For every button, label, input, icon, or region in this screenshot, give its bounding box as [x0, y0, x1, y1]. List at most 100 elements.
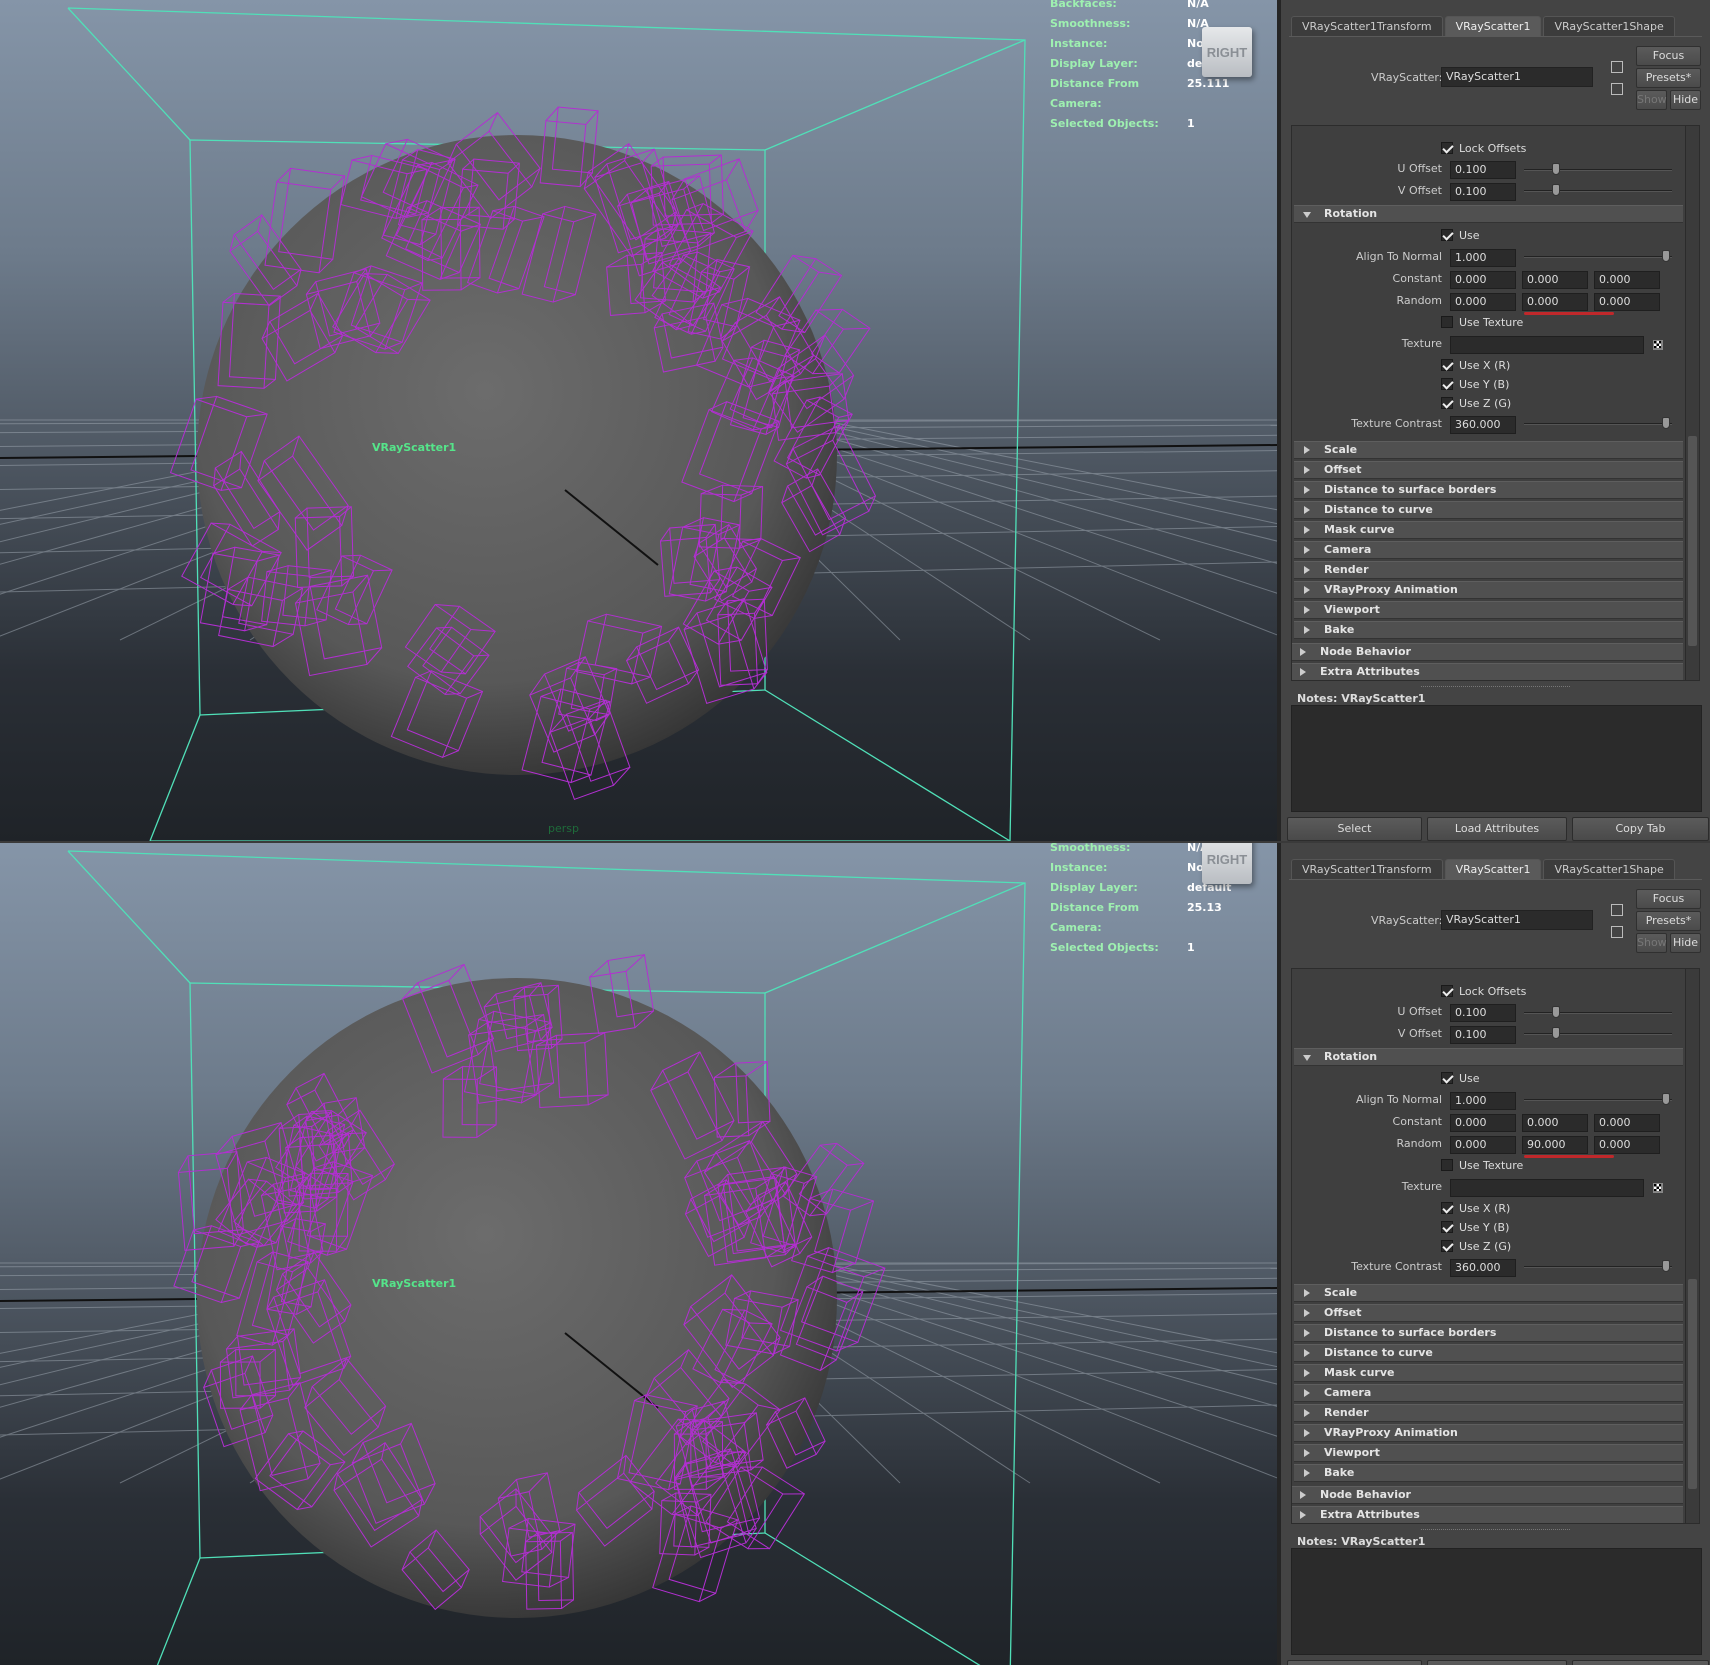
- random-x-field[interactable]: 0.000: [1450, 1136, 1516, 1154]
- section-rotation[interactable]: Rotation: [1294, 1048, 1683, 1066]
- tab-vrayscatter1[interactable]: VRayScatter1: [1444, 16, 1542, 36]
- section-offset[interactable]: Offset: [1294, 461, 1683, 479]
- focus-button[interactable]: Focus: [1636, 46, 1701, 66]
- texture-contrast-field[interactable]: 360.000: [1450, 416, 1516, 434]
- section-mask-curve[interactable]: Mask curve: [1294, 1364, 1683, 1382]
- use-texture-checkbox[interactable]: [1441, 316, 1453, 328]
- random-z-field[interactable]: 0.000: [1594, 1136, 1660, 1154]
- align-to-normal-slider[interactable]: [1524, 250, 1672, 262]
- section-distance-to-curve[interactable]: Distance to curve: [1294, 501, 1683, 519]
- constant-y-field[interactable]: 0.000: [1522, 271, 1588, 289]
- constant-x-field[interactable]: 0.000: [1450, 271, 1516, 289]
- show-output-icon[interactable]: [1611, 926, 1623, 938]
- select-button[interactable]: Select: [1287, 1660, 1422, 1665]
- align-to-normal-field[interactable]: 1.000: [1450, 249, 1516, 267]
- section-rotation[interactable]: Rotation: [1294, 205, 1683, 223]
- lock-offsets-checkbox[interactable]: [1441, 142, 1453, 154]
- view-cube[interactable]: RIGHT: [1202, 843, 1252, 884]
- tab-vrayscatter1[interactable]: VRayScatter1: [1444, 859, 1542, 879]
- random-y-field[interactable]: 0.000: [1522, 293, 1588, 311]
- use-rotation-checkbox[interactable]: [1441, 229, 1453, 241]
- map-texture-icon[interactable]: [1653, 340, 1663, 350]
- v-offset-field[interactable]: 0.100: [1450, 183, 1516, 201]
- section-mask-curve[interactable]: Mask curve: [1294, 521, 1683, 539]
- u-offset-slider[interactable]: [1524, 1006, 1672, 1018]
- node-name-field[interactable]: VRayScatter1: [1441, 910, 1593, 930]
- texture-contrast-field[interactable]: 360.000: [1450, 1259, 1516, 1277]
- use-y-checkbox[interactable]: [1441, 1221, 1453, 1233]
- tab-vrayscatter1shape[interactable]: VRayScatter1Shape: [1543, 16, 1675, 36]
- section-render[interactable]: Render: [1294, 561, 1683, 579]
- node-name-field[interactable]: VRayScatter1: [1441, 67, 1593, 87]
- select-button[interactable]: Select: [1287, 817, 1422, 841]
- section-offset[interactable]: Offset: [1294, 1304, 1683, 1322]
- v-offset-slider[interactable]: [1524, 184, 1672, 196]
- load-attributes-button[interactable]: Load Attributes: [1427, 817, 1567, 841]
- use-texture-checkbox[interactable]: [1441, 1159, 1453, 1171]
- texture-field[interactable]: [1450, 336, 1644, 354]
- constant-y-field[interactable]: 0.000: [1522, 1114, 1588, 1132]
- map-texture-icon[interactable]: [1653, 1183, 1663, 1193]
- use-rotation-checkbox[interactable]: [1441, 1072, 1453, 1084]
- notes-textarea[interactable]: [1291, 705, 1702, 812]
- section-distance-to-curve[interactable]: Distance to curve: [1294, 1344, 1683, 1362]
- focus-button[interactable]: Focus: [1636, 889, 1701, 909]
- section-camera[interactable]: Camera: [1294, 541, 1683, 559]
- u-offset-field[interactable]: 0.100: [1450, 161, 1516, 179]
- copy-tab-button[interactable]: Copy Tab: [1572, 817, 1709, 841]
- use-y-checkbox[interactable]: [1441, 378, 1453, 390]
- attribute-scroll-area[interactable]: Lock Offsets U Offset 0.100 V Offset 0.1…: [1291, 968, 1700, 1524]
- show-button[interactable]: Show: [1636, 90, 1667, 110]
- section-node-behavior[interactable]: Node Behavior: [1292, 1486, 1683, 1504]
- use-x-checkbox[interactable]: [1441, 359, 1453, 371]
- select-node-icon[interactable]: [1611, 61, 1623, 73]
- tab-vrayscatter1transform[interactable]: VRayScatter1Transform: [1291, 859, 1443, 879]
- section-vrayproxy-animation[interactable]: VRayProxy Animation: [1294, 1424, 1683, 1442]
- section-bake[interactable]: Bake: [1294, 1464, 1683, 1482]
- section-extra-attributes[interactable]: Extra Attributes: [1292, 1506, 1683, 1523]
- align-to-normal-field[interactable]: 1.000: [1450, 1092, 1516, 1110]
- presets-button[interactable]: Presets*: [1636, 68, 1701, 88]
- random-z-field[interactable]: 0.000: [1594, 293, 1660, 311]
- section-bake[interactable]: Bake: [1294, 621, 1683, 639]
- section-viewport[interactable]: Viewport: [1294, 601, 1683, 619]
- use-z-checkbox[interactable]: [1441, 397, 1453, 409]
- show-output-icon[interactable]: [1611, 83, 1623, 95]
- attribute-scroll-area[interactable]: Lock Offsets U Offset 0.100 V Offset 0.1…: [1291, 125, 1700, 681]
- scrollbar[interactable]: [1685, 126, 1699, 680]
- scrollbar[interactable]: [1685, 969, 1699, 1523]
- section-viewport[interactable]: Viewport: [1294, 1444, 1683, 1462]
- u-offset-field[interactable]: 0.100: [1450, 1004, 1516, 1022]
- random-x-field[interactable]: 0.000: [1450, 293, 1516, 311]
- copy-tab-button[interactable]: Copy Tab: [1572, 1660, 1709, 1665]
- constant-x-field[interactable]: 0.000: [1450, 1114, 1516, 1132]
- section-scale[interactable]: Scale: [1294, 1284, 1683, 1302]
- notes-textarea[interactable]: [1291, 1548, 1702, 1655]
- texture-field[interactable]: [1450, 1179, 1644, 1197]
- section-node-behavior[interactable]: Node Behavior: [1292, 643, 1683, 661]
- use-x-checkbox[interactable]: [1441, 1202, 1453, 1214]
- section-distance-to-surface-borders[interactable]: Distance to surface borders: [1294, 481, 1683, 499]
- tab-vrayscatter1shape[interactable]: VRayScatter1Shape: [1543, 859, 1675, 879]
- tab-vrayscatter1transform[interactable]: VRayScatter1Transform: [1291, 16, 1443, 36]
- show-button[interactable]: Show: [1636, 933, 1667, 953]
- presets-button[interactable]: Presets*: [1636, 911, 1701, 931]
- section-camera[interactable]: Camera: [1294, 1384, 1683, 1402]
- select-node-icon[interactable]: [1611, 904, 1623, 916]
- v-offset-slider[interactable]: [1524, 1027, 1672, 1039]
- viewport-3d[interactable]: Backfaces: N/A Smoothness: N/A Instance: No Di…: [0, 0, 1277, 841]
- load-attributes-button[interactable]: Load Attributes: [1427, 1660, 1567, 1665]
- section-extra-attributes[interactable]: Extra Attributes: [1292, 663, 1683, 680]
- hide-button[interactable]: Hide: [1670, 933, 1701, 953]
- v-offset-field[interactable]: 0.100: [1450, 1026, 1516, 1044]
- view-cube[interactable]: RIGHT: [1202, 27, 1252, 77]
- section-distance-to-surface-borders[interactable]: Distance to surface borders: [1294, 1324, 1683, 1342]
- constant-z-field[interactable]: 0.000: [1594, 271, 1660, 289]
- u-offset-slider[interactable]: [1524, 163, 1672, 175]
- lock-offsets-checkbox[interactable]: [1441, 985, 1453, 997]
- align-to-normal-slider[interactable]: [1524, 1093, 1672, 1105]
- section-scale[interactable]: Scale: [1294, 441, 1683, 459]
- section-vrayproxy-animation[interactable]: VRayProxy Animation: [1294, 581, 1683, 599]
- scene-canvas[interactable]: [0, 843, 1277, 1665]
- texture-contrast-slider[interactable]: [1524, 417, 1672, 429]
